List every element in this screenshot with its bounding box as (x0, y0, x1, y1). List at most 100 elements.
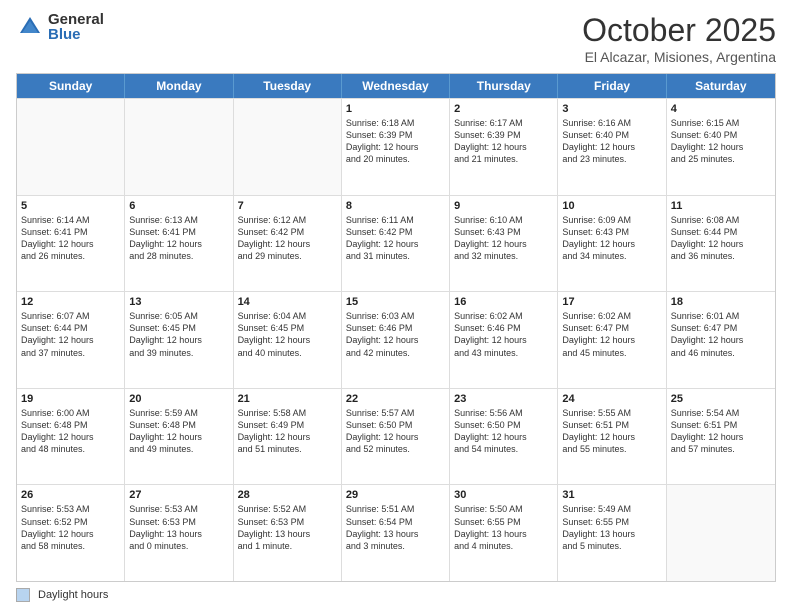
calendar: SundayMondayTuesdayWednesdayThursdayFrid… (16, 73, 776, 582)
day-number: 9 (454, 200, 553, 212)
cell-text: Sunrise: 6:15 AM Sunset: 6:40 PM Dayligh… (671, 117, 771, 166)
calendar-cell-20: 20 Sunrise: 5:59 AM Sunset: 6:48 PM Dayli… (125, 389, 233, 485)
day-number: 31 (562, 489, 661, 501)
logo: General Blue (16, 12, 104, 42)
day-number: 23 (454, 393, 553, 405)
calendar-cell-empty (234, 99, 342, 195)
cell-text: Sunrise: 6:01 AM Sunset: 6:47 PM Dayligh… (671, 310, 771, 359)
calendar-cell-4: 4 Sunrise: 6:15 AM Sunset: 6:40 PM Daylig… (667, 99, 775, 195)
logo-blue: Blue (48, 27, 104, 42)
day-number: 26 (21, 489, 120, 501)
cell-text: Sunrise: 5:49 AM Sunset: 6:55 PM Dayligh… (562, 503, 661, 552)
cell-text: Sunrise: 5:50 AM Sunset: 6:55 PM Dayligh… (454, 503, 553, 552)
calendar-cell-empty (667, 485, 775, 581)
legend: Daylight hours (16, 588, 776, 602)
cell-text: Sunrise: 6:04 AM Sunset: 6:45 PM Dayligh… (238, 310, 337, 359)
cell-text: Sunrise: 5:58 AM Sunset: 6:49 PM Dayligh… (238, 407, 337, 456)
cell-text: Sunrise: 6:02 AM Sunset: 6:47 PM Dayligh… (562, 310, 661, 359)
cell-text: Sunrise: 5:53 AM Sunset: 6:52 PM Dayligh… (21, 503, 120, 552)
weekday-header-wednesday: Wednesday (342, 74, 450, 98)
legend-box (16, 588, 30, 602)
calendar-body: 1 Sunrise: 6:18 AM Sunset: 6:39 PM Daylig… (17, 98, 775, 581)
calendar-cell-10: 10Sunrise: 6:09 AM Sunset: 6:43 PM Dayli… (558, 196, 666, 292)
calendar-cell-25: 25Sunrise: 5:54 AM Sunset: 6:51 PM Dayli… (667, 389, 775, 485)
legend-label: Daylight hours (38, 589, 108, 601)
cell-text: Sunrise: 6:02 AM Sunset: 6:46 PM Dayligh… (454, 310, 553, 359)
calendar-cell-30: 30 Sunrise: 5:50 AM Sunset: 6:55 PM Dayli… (450, 485, 558, 581)
day-number: 16 (454, 296, 553, 308)
day-number: 14 (238, 296, 337, 308)
cell-text: Sunrise: 5:51 AM Sunset: 6:54 PM Dayligh… (346, 503, 445, 552)
cell-text: Sunrise: 6:07 AM Sunset: 6:44 PM Dayligh… (21, 310, 120, 359)
logo-text: General Blue (48, 12, 104, 42)
calendar-row-0: 1 Sunrise: 6:18 AM Sunset: 6:39 PM Daylig… (17, 98, 775, 195)
cell-text: Sunrise: 5:56 AM Sunset: 6:50 PM Dayligh… (454, 407, 553, 456)
day-number: 1 (346, 103, 445, 115)
day-number: 15 (346, 296, 445, 308)
calendar-cell-7: 7Sunrise: 6:12 AM Sunset: 6:42 PM Daylig… (234, 196, 342, 292)
cell-text: Sunrise: 5:53 AM Sunset: 6:53 PM Dayligh… (129, 503, 228, 552)
cell-text: Sunrise: 6:12 AM Sunset: 6:42 PM Dayligh… (238, 214, 337, 263)
calendar-cell-27: 27Sunrise: 5:53 AM Sunset: 6:53 PM Dayli… (125, 485, 233, 581)
cell-text: Sunrise: 6:18 AM Sunset: 6:39 PM Dayligh… (346, 117, 445, 166)
day-number: 30 (454, 489, 553, 501)
calendar-cell-24: 24Sunrise: 5:55 AM Sunset: 6:51 PM Dayli… (558, 389, 666, 485)
day-number: 25 (671, 393, 771, 405)
cell-text: Sunrise: 5:59 AM Sunset: 6:48 PM Dayligh… (129, 407, 228, 456)
calendar-cell-2: 2Sunrise: 6:17 AM Sunset: 6:39 PM Daylig… (450, 99, 558, 195)
cell-text: Sunrise: 6:16 AM Sunset: 6:40 PM Dayligh… (562, 117, 661, 166)
day-number: 19 (21, 393, 120, 405)
calendar-cell-6: 6Sunrise: 6:13 AM Sunset: 6:41 PM Daylig… (125, 196, 233, 292)
calendar-cell-8: 8 Sunrise: 6:11 AM Sunset: 6:42 PM Daylig… (342, 196, 450, 292)
cell-text: Sunrise: 6:13 AM Sunset: 6:41 PM Dayligh… (129, 214, 228, 263)
calendar-cell-23: 23 Sunrise: 5:56 AM Sunset: 6:50 PM Dayli… (450, 389, 558, 485)
cell-text: Sunrise: 6:10 AM Sunset: 6:43 PM Dayligh… (454, 214, 553, 263)
calendar-cell-9: 9 Sunrise: 6:10 AM Sunset: 6:43 PM Daylig… (450, 196, 558, 292)
cell-text: Sunrise: 6:11 AM Sunset: 6:42 PM Dayligh… (346, 214, 445, 263)
day-number: 22 (346, 393, 445, 405)
cell-text: Sunrise: 6:14 AM Sunset: 6:41 PM Dayligh… (21, 214, 120, 263)
calendar-row-4: 26 Sunrise: 5:53 AM Sunset: 6:52 PM Dayli… (17, 484, 775, 581)
calendar-cell-empty (125, 99, 233, 195)
month-title: October 2025 (582, 12, 776, 49)
day-number: 4 (671, 103, 771, 115)
header: General Blue October 2025 El Alcazar, Mi… (16, 12, 776, 65)
calendar-header: SundayMondayTuesdayWednesdayThursdayFrid… (17, 74, 775, 98)
calendar-cell-31: 31 Sunrise: 5:49 AM Sunset: 6:55 PM Dayli… (558, 485, 666, 581)
logo-general: General (48, 12, 104, 27)
day-number: 12 (21, 296, 120, 308)
page: General Blue October 2025 El Alcazar, Mi… (0, 0, 792, 612)
weekday-header-monday: Monday (125, 74, 233, 98)
weekday-header-saturday: Saturday (667, 74, 775, 98)
day-number: 20 (129, 393, 228, 405)
cell-text: Sunrise: 6:09 AM Sunset: 6:43 PM Dayligh… (562, 214, 661, 263)
calendar-cell-15: 15 Sunrise: 6:03 AM Sunset: 6:46 PM Dayli… (342, 292, 450, 388)
cell-text: Sunrise: 5:52 AM Sunset: 6:53 PM Dayligh… (238, 503, 337, 552)
day-number: 3 (562, 103, 661, 115)
cell-text: Sunrise: 6:05 AM Sunset: 6:45 PM Dayligh… (129, 310, 228, 359)
calendar-row-1: 5 Sunrise: 6:14 AM Sunset: 6:41 PM Daylig… (17, 195, 775, 292)
day-number: 8 (346, 200, 445, 212)
day-number: 18 (671, 296, 771, 308)
cell-text: Sunrise: 6:03 AM Sunset: 6:46 PM Dayligh… (346, 310, 445, 359)
day-number: 17 (562, 296, 661, 308)
cell-text: Sunrise: 6:17 AM Sunset: 6:39 PM Dayligh… (454, 117, 553, 166)
calendar-cell-21: 21Sunrise: 5:58 AM Sunset: 6:49 PM Dayli… (234, 389, 342, 485)
weekday-header-thursday: Thursday (450, 74, 558, 98)
weekday-header-tuesday: Tuesday (234, 74, 342, 98)
calendar-cell-empty (17, 99, 125, 195)
day-number: 5 (21, 200, 120, 212)
cell-text: Sunrise: 6:00 AM Sunset: 6:48 PM Dayligh… (21, 407, 120, 456)
calendar-cell-29: 29Sunrise: 5:51 AM Sunset: 6:54 PM Dayli… (342, 485, 450, 581)
calendar-cell-5: 5 Sunrise: 6:14 AM Sunset: 6:41 PM Daylig… (17, 196, 125, 292)
calendar-cell-18: 18 Sunrise: 6:01 AM Sunset: 6:47 PM Dayli… (667, 292, 775, 388)
calendar-cell-19: 19 Sunrise: 6:00 AM Sunset: 6:48 PM Dayli… (17, 389, 125, 485)
calendar-cell-14: 14 Sunrise: 6:04 AM Sunset: 6:45 PM Dayli… (234, 292, 342, 388)
weekday-header-sunday: Sunday (17, 74, 125, 98)
day-number: 24 (562, 393, 661, 405)
logo-icon (16, 13, 44, 41)
calendar-cell-26: 26 Sunrise: 5:53 AM Sunset: 6:52 PM Dayli… (17, 485, 125, 581)
location-subtitle: El Alcazar, Misiones, Argentina (582, 49, 776, 65)
day-number: 28 (238, 489, 337, 501)
weekday-header-friday: Friday (558, 74, 666, 98)
